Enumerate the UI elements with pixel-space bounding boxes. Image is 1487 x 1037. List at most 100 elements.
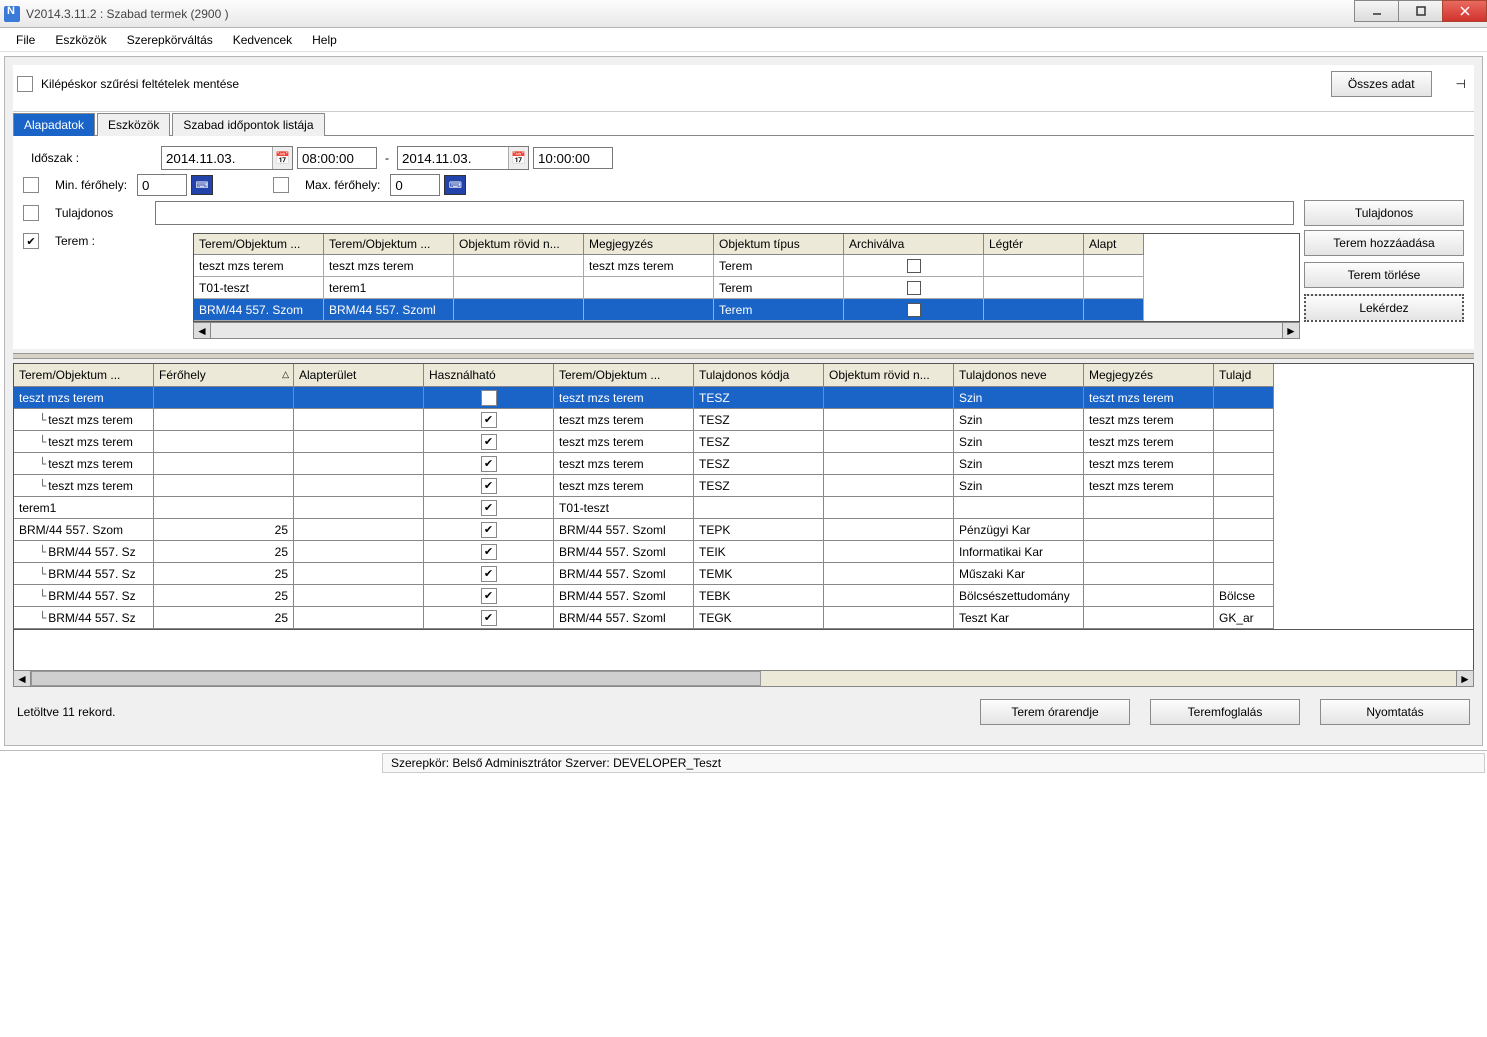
- nyomtatas-button[interactable]: Nyomtatás: [1320, 699, 1470, 725]
- cell[interactable]: [424, 431, 554, 453]
- cell: BRM/44 557. Szoml: [554, 563, 694, 585]
- terem-grid[interactable]: Terem/Objektum ...Terem/Objektum ...Obje…: [193, 233, 1300, 322]
- tab-eszkozok[interactable]: Eszközök: [97, 113, 170, 136]
- calendar-icon[interactable]: 📅: [508, 147, 528, 169]
- cell: terem1: [14, 497, 154, 519]
- table-row[interactable]: └BRM/44 557. Sz25BRM/44 557. SzomlTEMKMű…: [14, 563, 1473, 585]
- save-filter-checkbox[interactable]: [17, 76, 33, 92]
- terem-add-button[interactable]: Terem hozzáadása: [1304, 230, 1464, 256]
- table-row[interactable]: BRM/44 557. Szom25BRM/44 557. SzomlTEPKP…: [14, 519, 1473, 541]
- date-from[interactable]: 📅: [161, 146, 293, 170]
- terem-checkbox[interactable]: [23, 233, 39, 249]
- column-header[interactable]: Terem/Objektum ...: [554, 364, 694, 387]
- column-header[interactable]: Terem/Objektum ...: [194, 234, 324, 255]
- column-header[interactable]: Tulajdonos kódja: [694, 364, 824, 387]
- terem-orarend-button[interactable]: Terem órarendje: [980, 699, 1130, 725]
- table-row[interactable]: └BRM/44 557. Sz25BRM/44 557. SzomlTEGKTe…: [14, 607, 1473, 629]
- column-header[interactable]: Terem/Objektum ...: [324, 234, 454, 255]
- date-from-input[interactable]: [162, 147, 272, 169]
- tab-alapadatok[interactable]: Alapadatok: [13, 113, 95, 136]
- lekerdez-button[interactable]: Lekérdez: [1304, 294, 1464, 322]
- table-row[interactable]: └teszt mzs teremteszt mzs teremTESZSzint…: [14, 409, 1473, 431]
- table-row[interactable]: └teszt mzs teremteszt mzs teremTESZSzint…: [14, 453, 1473, 475]
- scroll-left-icon[interactable]: ◄: [194, 323, 211, 338]
- table-row[interactable]: terem1T01-teszt: [14, 497, 1473, 519]
- table-row[interactable]: teszt mzs teremteszt mzs teremteszt mzs …: [194, 255, 1299, 277]
- menu-eszkozok[interactable]: Eszközök: [45, 30, 116, 50]
- splitter[interactable]: [13, 353, 1474, 359]
- all-data-button[interactable]: Összes adat: [1331, 71, 1432, 97]
- menu-file[interactable]: File: [6, 30, 45, 50]
- cell[interactable]: [424, 453, 554, 475]
- dash: -: [385, 151, 389, 165]
- menu-szerepkorvaltas[interactable]: Szerepkörváltás: [117, 30, 223, 50]
- table-row[interactable]: T01-tesztterem1Terem: [194, 277, 1299, 299]
- maximize-button[interactable]: [1398, 0, 1443, 22]
- tab-szabad-idopontok[interactable]: Szabad időpontok listája: [172, 113, 324, 136]
- scroll-thumb[interactable]: [31, 671, 761, 686]
- column-header[interactable]: Terem/Objektum ...: [14, 364, 154, 387]
- column-header[interactable]: Megjegyzés: [1084, 364, 1214, 387]
- cell[interactable]: [424, 387, 554, 409]
- tulajdonos-checkbox[interactable]: [23, 205, 39, 221]
- tulajdonos-input[interactable]: [155, 201, 1294, 225]
- column-header[interactable]: Tulajdonos neve: [954, 364, 1084, 387]
- cell[interactable]: [424, 497, 554, 519]
- scroll-track[interactable]: [761, 671, 1457, 686]
- tulajdonos-button[interactable]: Tulajdonos: [1304, 200, 1464, 226]
- table-row[interactable]: teszt mzs teremteszt mzs teremTESZSzinte…: [14, 387, 1473, 409]
- table-row[interactable]: BRM/44 557. SzomBRM/44 557. SzomlTerem: [194, 299, 1299, 321]
- cell: teszt mzs terem: [554, 409, 694, 431]
- terem-del-button[interactable]: Terem törlése: [1304, 262, 1464, 288]
- date-to[interactable]: 📅: [397, 146, 529, 170]
- cell[interactable]: [424, 541, 554, 563]
- min-ferhely-input[interactable]: [137, 174, 187, 196]
- column-header[interactable]: Tulajd: [1214, 364, 1274, 387]
- cell[interactable]: [424, 409, 554, 431]
- column-header[interactable]: Használható: [424, 364, 554, 387]
- menu-kedvencek[interactable]: Kedvencek: [223, 30, 302, 50]
- column-header[interactable]: Légtér: [984, 234, 1084, 255]
- cell: Szin: [954, 387, 1084, 409]
- min-ferhely-checkbox[interactable]: [23, 177, 39, 193]
- column-header[interactable]: Archiválva: [844, 234, 984, 255]
- column-header[interactable]: Alapterület: [294, 364, 424, 387]
- keypad-icon[interactable]: [444, 175, 466, 195]
- column-header[interactable]: Objektum típus: [714, 234, 844, 255]
- table-row[interactable]: └BRM/44 557. Sz25BRM/44 557. SzomlTEBKBö…: [14, 585, 1473, 607]
- table-row[interactable]: └BRM/44 557. Sz25BRM/44 557. SzomlTEIKIn…: [14, 541, 1473, 563]
- cell[interactable]: [424, 585, 554, 607]
- minimize-button[interactable]: [1354, 0, 1399, 22]
- max-ferhely-input[interactable]: [390, 174, 440, 196]
- cell: Bölcse: [1214, 585, 1274, 607]
- scroll-right-icon[interactable]: ►: [1282, 323, 1299, 338]
- teremfoglalas-button[interactable]: Teremfoglalás: [1150, 699, 1300, 725]
- keypad-icon[interactable]: [191, 175, 213, 195]
- max-ferhely-checkbox[interactable]: [273, 177, 289, 193]
- column-header[interactable]: Objektum rövid n...: [454, 234, 584, 255]
- date-to-input[interactable]: [398, 147, 508, 169]
- scroll-track[interactable]: [211, 323, 1282, 338]
- close-button[interactable]: [1442, 0, 1487, 22]
- column-header[interactable]: Objektum rövid n...: [824, 364, 954, 387]
- main-hscroll[interactable]: ◄ ►: [13, 670, 1474, 687]
- cell[interactable]: [424, 475, 554, 497]
- cell[interactable]: [424, 519, 554, 541]
- max-ferhely-label: Max. férőhely:: [305, 178, 380, 192]
- time-to-input[interactable]: [533, 147, 613, 169]
- scroll-right-icon[interactable]: ►: [1456, 671, 1473, 686]
- scroll-left-icon[interactable]: ◄: [14, 671, 31, 686]
- cell[interactable]: [424, 563, 554, 585]
- cell[interactable]: [424, 607, 554, 629]
- terem-hscroll[interactable]: ◄ ►: [193, 322, 1300, 339]
- table-row[interactable]: └teszt mzs teremteszt mzs teremTESZSzint…: [14, 475, 1473, 497]
- column-header[interactable]: Megjegyzés: [584, 234, 714, 255]
- column-header[interactable]: Férőhely△: [154, 364, 294, 387]
- pin-icon[interactable]: ⊣: [1452, 73, 1470, 95]
- column-header[interactable]: Alapt: [1084, 234, 1144, 255]
- menu-help[interactable]: Help: [302, 30, 347, 50]
- table-row[interactable]: └teszt mzs teremteszt mzs teremTESZSzint…: [14, 431, 1473, 453]
- calendar-icon[interactable]: 📅: [272, 147, 292, 169]
- time-from-input[interactable]: [297, 147, 377, 169]
- main-grid[interactable]: Terem/Objektum ...Férőhely△AlapterületHa…: [13, 363, 1474, 630]
